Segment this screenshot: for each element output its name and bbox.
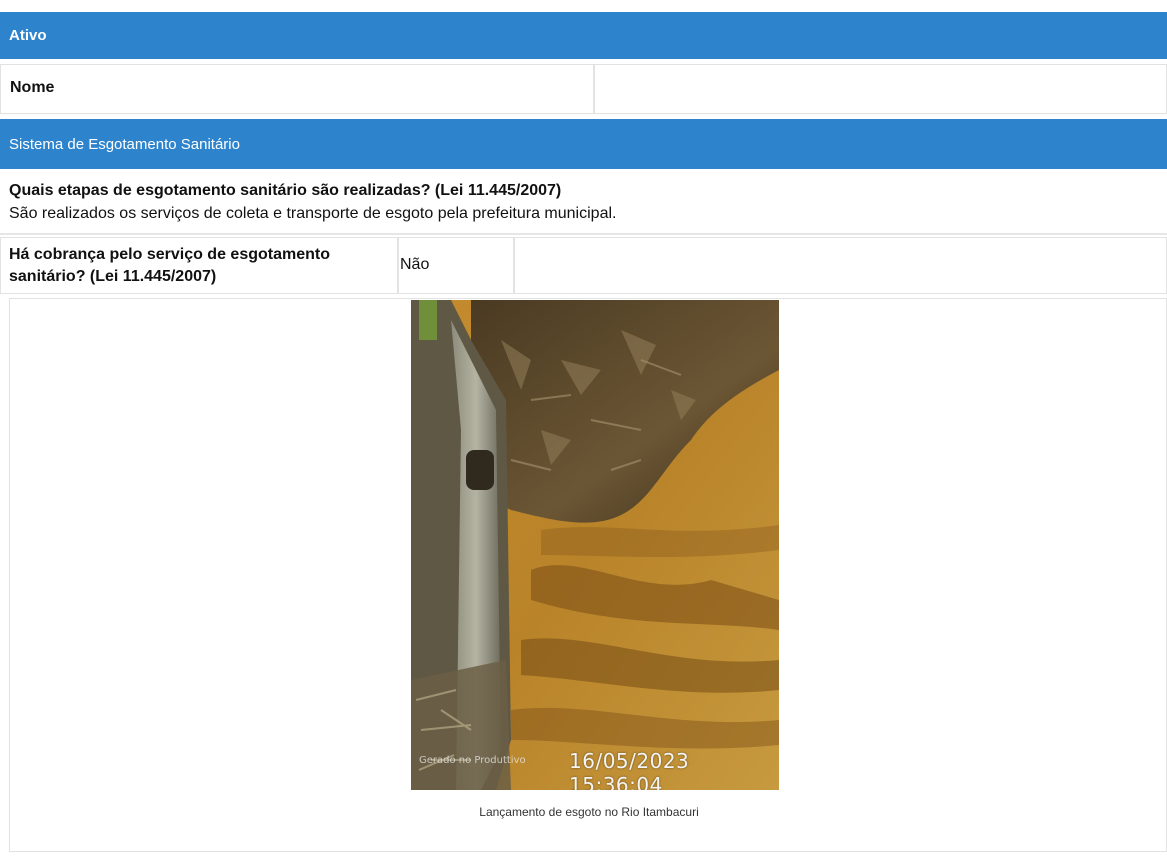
question-row-etapas: Quais etapas de esgotamento sanitário sã… xyxy=(0,171,1167,235)
photo-caption: Lançamento de esgoto no Rio Itambacuri xyxy=(479,805,699,819)
answer-cobranca: Não xyxy=(400,256,430,273)
answer-etapas: São realizados os serviços de coleta e t… xyxy=(9,205,617,222)
section-header-sistema: Sistema de Esgotamento Sanitário xyxy=(0,119,1167,169)
section-title-sistema: Sistema de Esgotamento Sanitário xyxy=(9,135,240,153)
photo-watermark: Gerado no Produttivo xyxy=(419,755,526,766)
nome-label-cell: Nome xyxy=(0,64,594,114)
sewage-discharge-photo: Gerado no Produttivo 16/05/2023 15:36:04 xyxy=(411,300,779,790)
question-cobranca: Há cobrança pelo serviço de esgotamento … xyxy=(9,246,330,285)
photo-illustration xyxy=(411,300,779,790)
photo-timestamp: 16/05/2023 15:36:04 xyxy=(569,749,690,790)
nome-label: Nome xyxy=(10,79,55,96)
section-title-ativo: Ativo xyxy=(9,27,47,44)
answer-cell-cobranca: Não xyxy=(398,237,514,294)
question-cell-cobranca: Há cobrança pelo serviço de esgotamento … xyxy=(0,237,398,294)
section-header-ativo: Ativo xyxy=(0,12,1167,59)
photo-cell: Gerado no Produttivo 16/05/2023 15:36:04… xyxy=(9,298,1167,852)
nome-value-cell xyxy=(594,64,1167,114)
question-etapas: Quais etapas de esgotamento sanitário sã… xyxy=(9,182,562,199)
empty-cell-cobranca xyxy=(514,237,1167,294)
